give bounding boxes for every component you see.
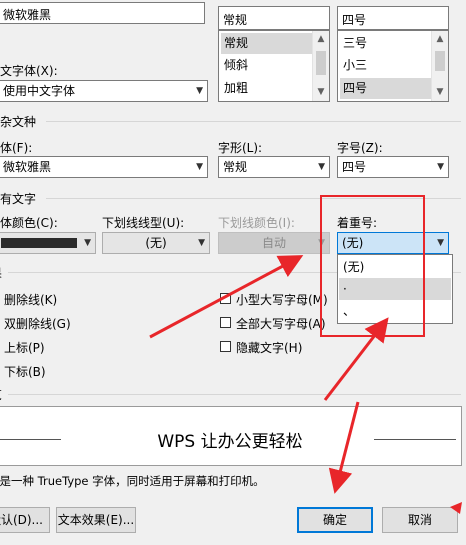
scroll-up-icon[interactable]: ▲ (432, 31, 448, 48)
chevron-down-icon: ▼ (437, 238, 444, 248)
hidden-text-label: 隐藏文字(H) (236, 341, 303, 355)
underline-style-value: (无) (145, 236, 167, 250)
hidden-text-checkbox[interactable] (220, 341, 231, 352)
scroll-down-icon[interactable]: ▼ (313, 84, 329, 101)
scrollbar[interactable]: ▲ ▼ (312, 31, 329, 101)
section-effects: 效果 (0, 264, 2, 281)
chevron-down-icon: ▼ (84, 238, 91, 248)
scroll-thumb[interactable] (316, 51, 326, 75)
complex-style-select[interactable]: 常规 ▼ (218, 156, 330, 178)
complex-size-value: 四号 (342, 160, 367, 174)
scrollbar[interactable]: ▲ ▼ (431, 31, 448, 101)
effect-label: 上标(P) (4, 341, 45, 355)
all-caps-checkbox[interactable] (220, 317, 231, 328)
western-font-select[interactable]: 使用中文字体 ▼ (0, 80, 208, 102)
font-style-input[interactable]: 常规 (218, 6, 330, 30)
underline-color-select: 自动 ▼ (218, 232, 330, 254)
western-font-label: 西文字体(X): (0, 64, 58, 78)
preview-baseline-right (374, 439, 456, 440)
scroll-down-icon[interactable]: ▼ (432, 84, 448, 101)
ok-button[interactable]: 确定 (297, 507, 373, 533)
list-item[interactable]: 倾斜 (221, 55, 314, 76)
default-button[interactable]: 默认(D)... (0, 507, 50, 533)
list-item[interactable]: 四号 (340, 78, 433, 99)
effect-label: 下标(B) (4, 365, 46, 379)
complex-size-label: 字号(Z): (337, 141, 383, 155)
font-size-list[interactable]: 三号 小三 四号 ▲ ▼ (337, 30, 449, 102)
underline-style-label: 下划线线型(U): (102, 216, 185, 230)
complex-font-select[interactable]: 微软雅黑 ▼ (0, 156, 208, 178)
complex-style-label: 字形(L): (218, 141, 263, 155)
font-style-list[interactable]: 常规 倾斜 加粗 ▲ ▼ (218, 30, 330, 102)
list-item[interactable]: 三号 (340, 33, 433, 54)
color-swatch (1, 238, 77, 248)
section-preview: 预览 (0, 386, 2, 403)
chevron-down-icon: ▼ (196, 162, 203, 172)
scroll-up-icon[interactable]: ▲ (313, 31, 329, 48)
list-item-label: 小三 (343, 58, 368, 72)
divider (8, 394, 461, 395)
all-caps-label: 全部大写字母(A) (236, 317, 326, 331)
font-size-input-value: 四号 (342, 13, 367, 27)
western-font-value: 使用中文字体 (3, 84, 76, 98)
effect-label: 双删除线(G) (4, 317, 71, 331)
complex-font-value: 微软雅黑 (3, 160, 52, 174)
list-item-label: 三号 (343, 36, 368, 50)
effect-label: 删除线(K) (4, 293, 58, 307)
cancel-button-label: 取消 (407, 513, 432, 527)
section-all-text: 所有文字 (0, 192, 37, 206)
font-size-input[interactable]: 四号 (337, 6, 449, 30)
complex-size-select[interactable]: 四号 ▼ (337, 156, 449, 178)
text-effects-button-label: 文本效果(E)... (57, 513, 135, 527)
chevron-down-icon: ▼ (437, 162, 444, 172)
default-button-label: 默认(D)... (0, 513, 43, 527)
cancel-button[interactable]: 取消 (382, 507, 458, 533)
list-item[interactable]: 加粗 (221, 78, 314, 99)
underline-color-value: 自动 (261, 236, 286, 250)
annotation-highlight-box (320, 195, 425, 337)
chevron-down-icon: ▼ (318, 162, 325, 172)
ok-button-label: 确定 (322, 513, 347, 527)
section-complex: 复杂文种 (0, 115, 37, 129)
font-color-select[interactable]: ▼ (0, 232, 96, 254)
list-item-label: 倾斜 (224, 58, 249, 72)
complex-style-value: 常规 (223, 160, 248, 174)
underline-style-select[interactable]: (无) ▼ (102, 232, 210, 254)
complex-font-label: 字体(F): (0, 141, 33, 155)
font-color-label: 字体颜色(C): (0, 216, 58, 230)
chevron-down-icon: ▼ (198, 238, 205, 248)
divider (46, 121, 461, 122)
list-item[interactable]: 常规 (221, 33, 314, 54)
chinese-font-value: 微软雅黑 (3, 8, 52, 22)
small-caps-label: 小型大写字母(M) (236, 293, 328, 307)
preview-note: 这是一种 TrueType 字体，同时适用于屏幕和打印机。 (0, 474, 265, 488)
font-style-input-value: 常规 (223, 13, 248, 27)
chinese-font-input[interactable]: 微软雅黑 (0, 2, 205, 24)
list-item-label: 加粗 (224, 81, 249, 95)
small-caps-checkbox[interactable] (220, 293, 231, 304)
chevron-down-icon: ▼ (196, 86, 203, 96)
text-effects-button[interactable]: 文本效果(E)... (56, 507, 136, 533)
underline-color-label: 下划线颜色(I): (218, 216, 295, 230)
preview-box: WPS 让办公更轻松 (0, 406, 462, 466)
list-item-label: 常规 (224, 36, 249, 50)
scroll-thumb[interactable] (435, 51, 445, 71)
list-item[interactable]: 小三 (340, 55, 433, 76)
list-item-label: 四号 (343, 81, 368, 95)
